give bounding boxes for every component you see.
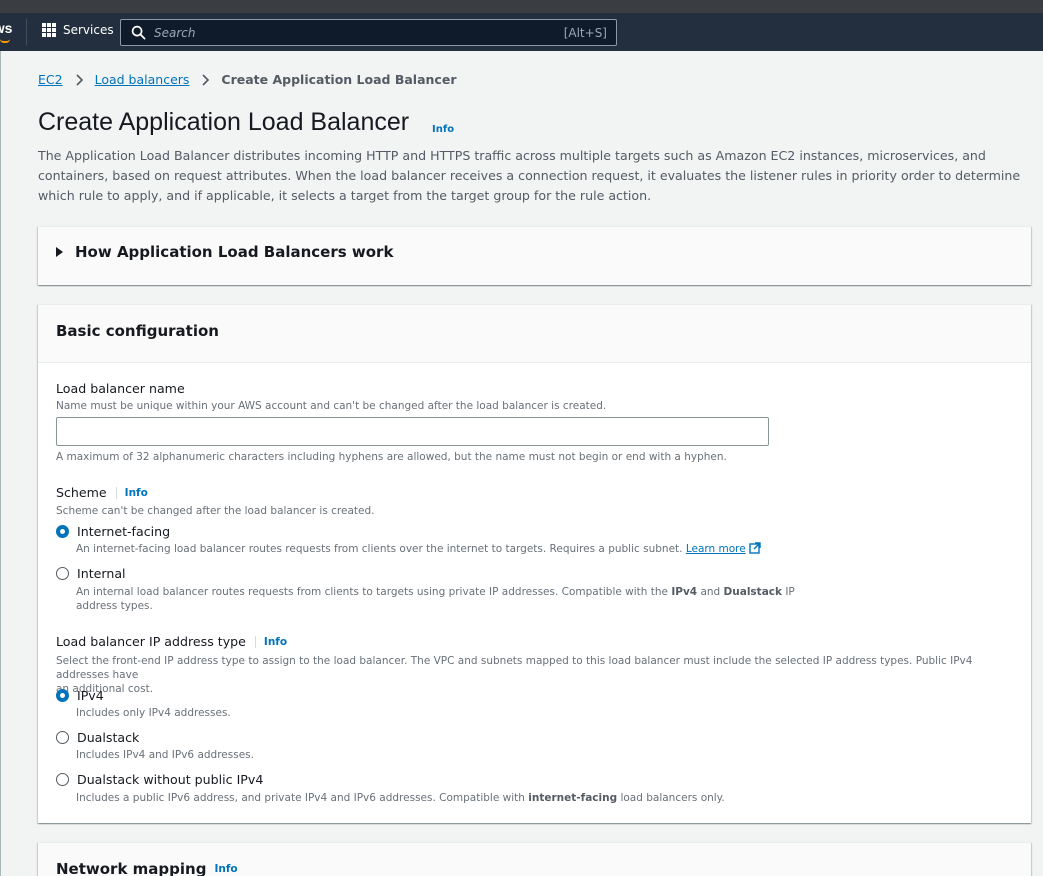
logo-text: aws xyxy=(0,20,13,36)
ip-address-type-label-text: Load balancer IP address type xyxy=(56,634,246,649)
internal-desc-text: An internal load balancer routes request… xyxy=(76,586,672,598)
internal-desc-address-types: address types. xyxy=(76,600,153,612)
browser-top-strip xyxy=(0,0,1043,13)
internal-description: An internal load balancer routes request… xyxy=(76,585,795,613)
page-info-link[interactable]: Info xyxy=(432,124,454,135)
dualstack-np-desc-a: Includes a public IPv6 address, and priv… xyxy=(76,792,529,804)
learn-more-link[interactable]: Learn more xyxy=(686,543,746,555)
radio-unchecked-icon xyxy=(56,773,69,786)
network-mapping-info-link[interactable]: Info xyxy=(214,863,237,875)
ip-address-type-label: Load balancer IP address type Info xyxy=(56,634,287,649)
ip-desc-line-1: Select the front-end IP address type to … xyxy=(56,655,973,681)
search-input[interactable] xyxy=(154,25,564,40)
page-title: Create Application Load Balancer xyxy=(38,108,410,136)
internal-desc-ip: IP xyxy=(781,586,795,598)
how-it-works-title: How Application Load Balancers work xyxy=(75,243,394,261)
scheme-label: Scheme Info xyxy=(56,485,148,500)
radio-unchecked-icon xyxy=(56,731,69,744)
aws-smile-icon xyxy=(0,39,10,43)
scheme-internet-facing-radio[interactable]: Internet-facing xyxy=(56,524,170,539)
load-balancer-name-label-text: Load balancer name xyxy=(56,381,185,396)
aws-logo[interactable]: aws xyxy=(0,20,14,36)
radio-unchecked-icon xyxy=(56,567,69,580)
load-balancer-name-input[interactable] xyxy=(56,417,769,446)
network-mapping-title-text: Network mapping xyxy=(56,860,207,876)
internal-desc-and: and xyxy=(697,586,724,598)
services-label: Services xyxy=(63,23,114,37)
caret-right-icon xyxy=(56,247,63,257)
scheme-label-text: Scheme xyxy=(56,485,107,500)
breadcrumb: EC2 Load balancers Create Application Lo… xyxy=(38,72,456,87)
search-shortcut-hint: [Alt+S] xyxy=(563,25,607,40)
how-it-works-panel: How Application Load Balancers work xyxy=(38,226,1031,285)
ip-address-type-info-link[interactable]: Info xyxy=(254,635,287,648)
breadcrumb-load-balancers-link[interactable]: Load balancers xyxy=(95,72,190,87)
internet-facing-description-text: An internet-facing load balancer routes … xyxy=(76,543,683,555)
radio-label: Internal xyxy=(77,566,126,581)
dualstack-description: Includes IPv4 and IPv6 addresses. xyxy=(76,749,254,761)
dualstack-no-public-ipv4-description: Includes a public IPv6 address, and priv… xyxy=(76,791,725,805)
dualstack-np-desc-c: load balancers only. xyxy=(617,792,725,804)
internal-desc-ipv4: IPv4 xyxy=(671,586,698,598)
load-balancer-name-constraint: A maximum of 32 alphanumeric characters … xyxy=(56,451,727,463)
ipv4-description: Includes only IPv4 addresses. xyxy=(76,707,231,719)
basic-configuration-header: Basic configuration xyxy=(38,305,1031,363)
ip-type-dualstack-no-public-ipv4-radio[interactable]: Dualstack without public IPv4 xyxy=(56,772,263,787)
ip-type-ipv4-radio[interactable]: IPv4 xyxy=(56,688,104,703)
how-it-works-expander[interactable]: How Application Load Balancers work xyxy=(56,243,393,261)
radio-label: Dualstack without public IPv4 xyxy=(77,772,264,787)
scheme-description: Scheme can't be changed after the load b… xyxy=(56,505,375,517)
external-link-icon[interactable] xyxy=(749,542,761,554)
search-icon xyxy=(131,25,146,40)
breadcrumb-ec2-link[interactable]: EC2 xyxy=(38,72,63,87)
radio-checked-icon xyxy=(56,525,69,538)
radio-label: Internet-facing xyxy=(77,524,171,539)
chevron-right-icon xyxy=(202,73,210,86)
radio-label: IPv4 xyxy=(77,688,104,703)
load-balancer-name-description: Name must be unique within your AWS acco… xyxy=(56,400,607,412)
chevron-right-icon xyxy=(76,73,83,86)
basic-configuration-title: Basic configuration xyxy=(56,322,219,340)
left-border xyxy=(0,51,1,876)
radio-label: Dualstack xyxy=(77,730,140,745)
grid-icon xyxy=(42,23,56,37)
network-mapping-title: Network mapping Info xyxy=(56,860,238,876)
nav-divider xyxy=(26,19,27,45)
network-mapping-panel: Network mapping Info xyxy=(38,842,1031,876)
services-menu-button[interactable]: Services xyxy=(42,23,114,37)
basic-configuration-panel: Basic configuration Load balancer name N… xyxy=(38,304,1031,823)
search-box[interactable]: [Alt+S] xyxy=(120,19,617,46)
internet-facing-description: An internet-facing load balancer routes … xyxy=(76,542,761,556)
page-description: The Application Load Balancer distribute… xyxy=(38,148,1021,203)
ip-address-type-description: Select the front-end IP address type to … xyxy=(56,654,1016,696)
scheme-info-link[interactable]: Info xyxy=(115,486,148,499)
top-navigation: aws Services [Alt+S] xyxy=(0,13,1043,51)
radio-checked-icon xyxy=(56,689,69,702)
dualstack-np-desc-internet-facing: internet-facing xyxy=(528,792,618,804)
load-balancer-name-label: Load balancer name xyxy=(56,381,185,396)
internal-desc-dualstack: Dualstack xyxy=(723,586,782,598)
breadcrumb-current: Create Application Load Balancer xyxy=(221,72,457,87)
ip-type-dualstack-radio[interactable]: Dualstack xyxy=(56,730,139,745)
scheme-internal-radio[interactable]: Internal xyxy=(56,566,126,581)
